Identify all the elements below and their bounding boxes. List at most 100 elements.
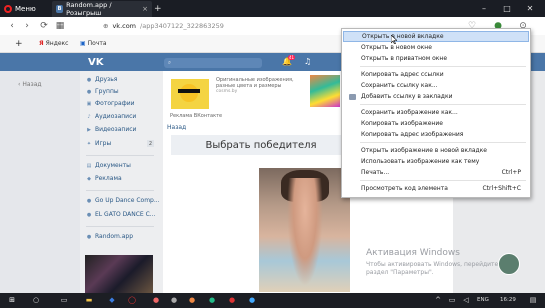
ad-text[interactable]: Оригинальные изображения, разные цвета и…	[216, 77, 296, 89]
sidebar-item-random-app[interactable]: ● Random.app	[86, 233, 133, 240]
menu-separator	[360, 142, 526, 143]
sidebar-item-photos[interactable]: ▣ Фотографии	[86, 100, 135, 107]
group-icon: ●	[86, 211, 92, 218]
sidebar-item-group-go-up[interactable]: ● Go Up Dance Comp...	[86, 197, 160, 204]
tray-chevron-icon[interactable]: ^	[432, 294, 444, 306]
ad-domain[interactable]: cosms.by	[216, 89, 237, 94]
friends-icon: ●	[86, 76, 92, 83]
menu-separator	[360, 66, 526, 67]
menu-item-label: Добавить ссылку в закладки	[361, 93, 453, 100]
menu-item-open-private-window[interactable]: Открыть в приватном окне	[343, 53, 529, 64]
windows-start-icon[interactable]: ⊞	[6, 294, 18, 306]
clock[interactable]: 16:29	[500, 297, 516, 303]
menu-item-open-image-new-tab[interactable]: Открыть изображение в новой вкладке	[343, 145, 529, 156]
sidebar-item-label: EL GATO DANCE C...	[95, 211, 156, 218]
menu-item-label: Сохранить ссылку как...	[361, 82, 438, 89]
sidebar-item-group-el-gato[interactable]: ● EL GATO DANCE C...	[86, 211, 156, 218]
back-arrow-icon[interactable]: ‹	[6, 19, 18, 32]
music-icon[interactable]: ♫	[304, 57, 311, 66]
opera-menu-button[interactable]: Меню	[4, 2, 36, 15]
bookmark-pochta[interactable]: ▣ Почта	[80, 38, 107, 49]
menu-item-copy-image[interactable]: Копировать изображение	[343, 118, 529, 129]
sidebar-item-audio[interactable]: ♪ Аудиозаписи	[86, 113, 136, 120]
menu-item-save-link[interactable]: Сохранить ссылку как...	[343, 80, 529, 91]
sidebar-divider	[86, 155, 154, 156]
taskbar-search-icon[interactable]: ○	[30, 294, 42, 306]
menu-item-label: Сохранить изображение как...	[361, 109, 458, 116]
sidebar-item-groups[interactable]: ● Группы	[86, 88, 119, 95]
file-explorer-icon[interactable]: ▬	[83, 294, 95, 306]
taskbar-app-icon[interactable]: ●	[206, 294, 218, 306]
games-icon: ✦	[86, 140, 92, 147]
menu-item-shortcut: Ctrl+P	[501, 169, 521, 176]
ad-image-2[interactable]	[310, 75, 340, 107]
taskbar-app-icon[interactable]: ●	[246, 294, 258, 306]
sidebar-item-video[interactable]: ▶ Видеозаписи	[86, 126, 136, 133]
bookmark-label: Яндекс	[45, 40, 69, 47]
network-icon[interactable]: ▭	[446, 294, 458, 306]
vk-search-input[interactable]: ⌕	[164, 58, 262, 68]
language-indicator[interactable]: ENG	[477, 297, 489, 303]
back-link[interactable]: ‹ Назад	[18, 81, 42, 88]
back-link-content[interactable]: Назад	[167, 124, 186, 131]
search-icon: ⌕	[168, 59, 172, 66]
forward-arrow-icon[interactable]: ›	[21, 19, 33, 32]
bookmark-yandex[interactable]: Я Яндекс	[39, 38, 68, 49]
menu-item-inspect-element[interactable]: Просмотреть код элемента Ctrl+Shift+C	[343, 183, 529, 194]
close-window-icon[interactable]: ✕	[520, 1, 540, 15]
new-tab-button[interactable]: +	[150, 1, 164, 17]
mouse-cursor-icon	[391, 35, 397, 44]
menu-separator	[360, 180, 526, 181]
chat-avatar[interactable]	[498, 253, 520, 275]
tab-random-app[interactable]: B Random.app / Розыгрыш ×	[52, 1, 152, 17]
minimize-icon[interactable]: –	[474, 1, 494, 15]
menu-item-label: Использовать изображение как тему	[361, 158, 480, 165]
menu-item-open-new-window[interactable]: Открыть в новом окне	[343, 42, 529, 53]
menu-label: Меню	[15, 4, 36, 13]
ads-icon: ◆	[87, 175, 91, 182]
groups-icon: ●	[86, 88, 92, 95]
sidebar-item-ads[interactable]: ◆ Реклама	[86, 175, 122, 182]
opera-logo-icon	[4, 4, 12, 13]
reload-icon[interactable]: ⟳	[38, 19, 50, 32]
menu-item-bookmark-link[interactable]: Добавить ссылку в закладки	[343, 91, 529, 102]
tab-title: Random.app / Розыгрыш	[66, 1, 112, 17]
choose-winner-button[interactable]: Выбрать победителя	[171, 135, 351, 155]
sidebar-item-label: Реклама	[95, 175, 122, 182]
taskbar-app-icon[interactable]: ◆	[106, 294, 118, 306]
tab-close-icon[interactable]: ×	[142, 5, 148, 13]
menu-item-save-image[interactable]: Сохранить изображение как...	[343, 107, 529, 118]
menu-item-label: Открыть изображение в новой вкладке	[361, 147, 487, 154]
photo-figure	[287, 178, 323, 286]
menu-item-label: Копировать адрес ссылки	[361, 71, 444, 78]
maximize-icon[interactable]: □	[497, 1, 517, 15]
group-icon: ●	[86, 197, 92, 204]
menu-item-copy-link[interactable]: Копировать адрес ссылки	[343, 69, 529, 80]
sidebar-item-documents[interactable]: ▤ Документы	[86, 162, 131, 169]
video-icon: ▶	[87, 126, 91, 133]
menu-item-print[interactable]: Печать... Ctrl+P	[343, 167, 529, 178]
notifications-center-icon[interactable]: ▤	[527, 294, 539, 306]
volume-icon[interactable]: ◁	[460, 294, 472, 306]
taskbar-app-icon[interactable]: ●	[226, 294, 238, 306]
sidebar-divider	[86, 190, 154, 191]
opera-taskbar-icon[interactable]: ◯	[126, 294, 138, 306]
sidebar-item-games[interactable]: ✦ Игры	[86, 140, 111, 147]
bookmark-label: Почта	[87, 40, 107, 47]
taskbar-app-icon[interactable]: ●	[168, 294, 180, 306]
menu-item-open-new-tab[interactable]: Открыть в новой вкладке	[343, 31, 529, 42]
speed-dial-icon[interactable]: ▦	[54, 19, 66, 32]
add-bookmark-icon[interactable]: +	[15, 38, 23, 49]
taskbar-app-icon[interactable]: ●	[150, 294, 162, 306]
task-view-icon[interactable]: ▭	[58, 294, 70, 306]
menu-item-copy-image-address[interactable]: Копировать адрес изображения	[343, 129, 529, 140]
games-badge: 2	[147, 140, 154, 147]
taskbar-app-icon[interactable]: ●	[186, 294, 198, 306]
sidebar-item-friends[interactable]: ● Друзья	[86, 76, 118, 83]
vk-logo[interactable]: VK	[88, 57, 104, 68]
windows-activation-text: Чтобы активировать Windows, перейдите в …	[366, 261, 504, 276]
menu-item-label: Печать...	[361, 169, 390, 176]
menu-item-use-image-as-theme[interactable]: Использовать изображение как тему	[343, 156, 529, 167]
documents-icon: ▤	[86, 162, 92, 169]
video-thumbnail[interactable]	[85, 255, 153, 293]
